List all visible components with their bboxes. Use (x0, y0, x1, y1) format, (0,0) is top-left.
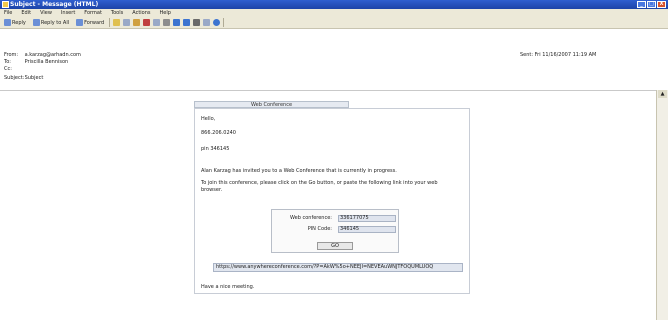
reply-all-label: Reply to All (40, 19, 70, 26)
menu-bar: File Edit View Insert Format Tools Actio… (0, 9, 668, 17)
menu-insert[interactable]: Insert (61, 9, 75, 17)
menu-format[interactable]: Format (84, 9, 102, 17)
closing-text: Have a nice meeting. (201, 284, 255, 290)
from-label: From: (4, 52, 19, 58)
next-icon[interactable] (183, 19, 191, 26)
font-size-icon[interactable] (193, 19, 201, 26)
toolbar: Reply Reply to All Forward (0, 17, 668, 29)
minimize-button[interactable]: _ (637, 1, 646, 8)
title-bar: Subject - Message (HTML) _ □ X (0, 0, 668, 9)
reply-all-icon (32, 19, 40, 26)
join-form: Web conference: 336177075 PIN Code: 3461… (271, 209, 399, 253)
to-value[interactable]: Priscilla Bennison (25, 59, 69, 65)
encoding-icon[interactable] (203, 19, 211, 26)
menu-tools[interactable]: Tools (111, 9, 123, 17)
delete-icon[interactable] (163, 19, 171, 26)
flag-icon[interactable] (143, 19, 151, 26)
join-instructions-line2: browser. (201, 187, 223, 193)
join-instructions-line1: To join this conference, please click on… (201, 180, 438, 186)
sent-label: Sent: (520, 52, 534, 58)
forward-label: Forward (84, 19, 105, 26)
reply-icon (4, 19, 11, 26)
sent-value: Fri 11/16/2007 11:19 AM (534, 52, 597, 58)
from-value[interactable]: a.karzag@arhadn.com (25, 52, 81, 58)
previous-icon[interactable] (173, 19, 181, 26)
vertical-scrollbar[interactable]: ▲ (656, 90, 668, 320)
cc-row: Cc: (4, 66, 23, 72)
toolbar-separator-end (223, 18, 225, 27)
web-conference-label: Web conference: (289, 215, 332, 221)
rules-icon[interactable] (153, 19, 161, 26)
maximize-button[interactable]: □ (647, 1, 656, 8)
toolbar-separator (109, 18, 111, 27)
to-label: To: (4, 59, 11, 65)
menu-file[interactable]: File (4, 9, 12, 17)
invite-text: Alan Karzag has invited you to a Web Con… (201, 168, 397, 174)
reply-button[interactable]: Reply (2, 18, 28, 28)
phone-number: 866.206.0240 (201, 130, 236, 136)
pin-code-input[interactable]: 346145 (338, 226, 396, 233)
subject-label: Subject: (4, 75, 25, 81)
from-row: From: a.karzag@arhadn.com (4, 52, 81, 58)
menu-view[interactable]: View (40, 9, 52, 17)
greeting: Hello, (201, 116, 216, 122)
go-button[interactable]: GO (317, 242, 353, 250)
folder-icon[interactable] (133, 19, 141, 26)
menu-edit[interactable]: Edit (21, 9, 31, 17)
conference-link[interactable]: https://www.anywhereconference.com/?P=Ak… (213, 263, 463, 272)
menu-help[interactable]: Help (160, 9, 171, 17)
sent-row: Sent: Fri 11/16/2007 11:19 AM (520, 52, 596, 58)
pin-code-label: PIN Code: (307, 226, 332, 232)
subject-row: Subject: Subject (4, 75, 43, 81)
cc-label: Cc: (4, 66, 12, 72)
to-row: To: Priscilla Bennison (4, 59, 68, 65)
help-icon[interactable] (213, 19, 221, 26)
header-divider (0, 90, 656, 91)
message-app-icon (2, 1, 9, 8)
conference-panel: Hello, 866.206.0240 pin 346145 Alan Karz… (194, 108, 470, 294)
subject-value: Subject (24, 75, 44, 81)
pin-line: pin 346145 (201, 146, 230, 152)
reply-label: Reply (12, 19, 26, 26)
print-icon[interactable] (113, 19, 121, 26)
forward-icon (76, 19, 84, 26)
save-icon[interactable] (123, 19, 131, 26)
window-controls: _ □ X (637, 1, 666, 8)
message-header: From: a.karzag@arhadn.com To: Priscilla … (0, 30, 668, 90)
window-title: Subject - Message (HTML) (10, 1, 99, 8)
reply-all-button[interactable]: Reply to All (31, 18, 71, 28)
scroll-up-arrow-icon[interactable]: ▲ (658, 90, 667, 98)
close-button[interactable]: X (657, 1, 666, 8)
conference-tab-title: Web Conference (194, 101, 349, 108)
web-conference-input[interactable]: 336177075 (338, 215, 396, 222)
menu-actions[interactable]: Actions (132, 9, 150, 17)
forward-button[interactable]: Forward (74, 18, 106, 28)
